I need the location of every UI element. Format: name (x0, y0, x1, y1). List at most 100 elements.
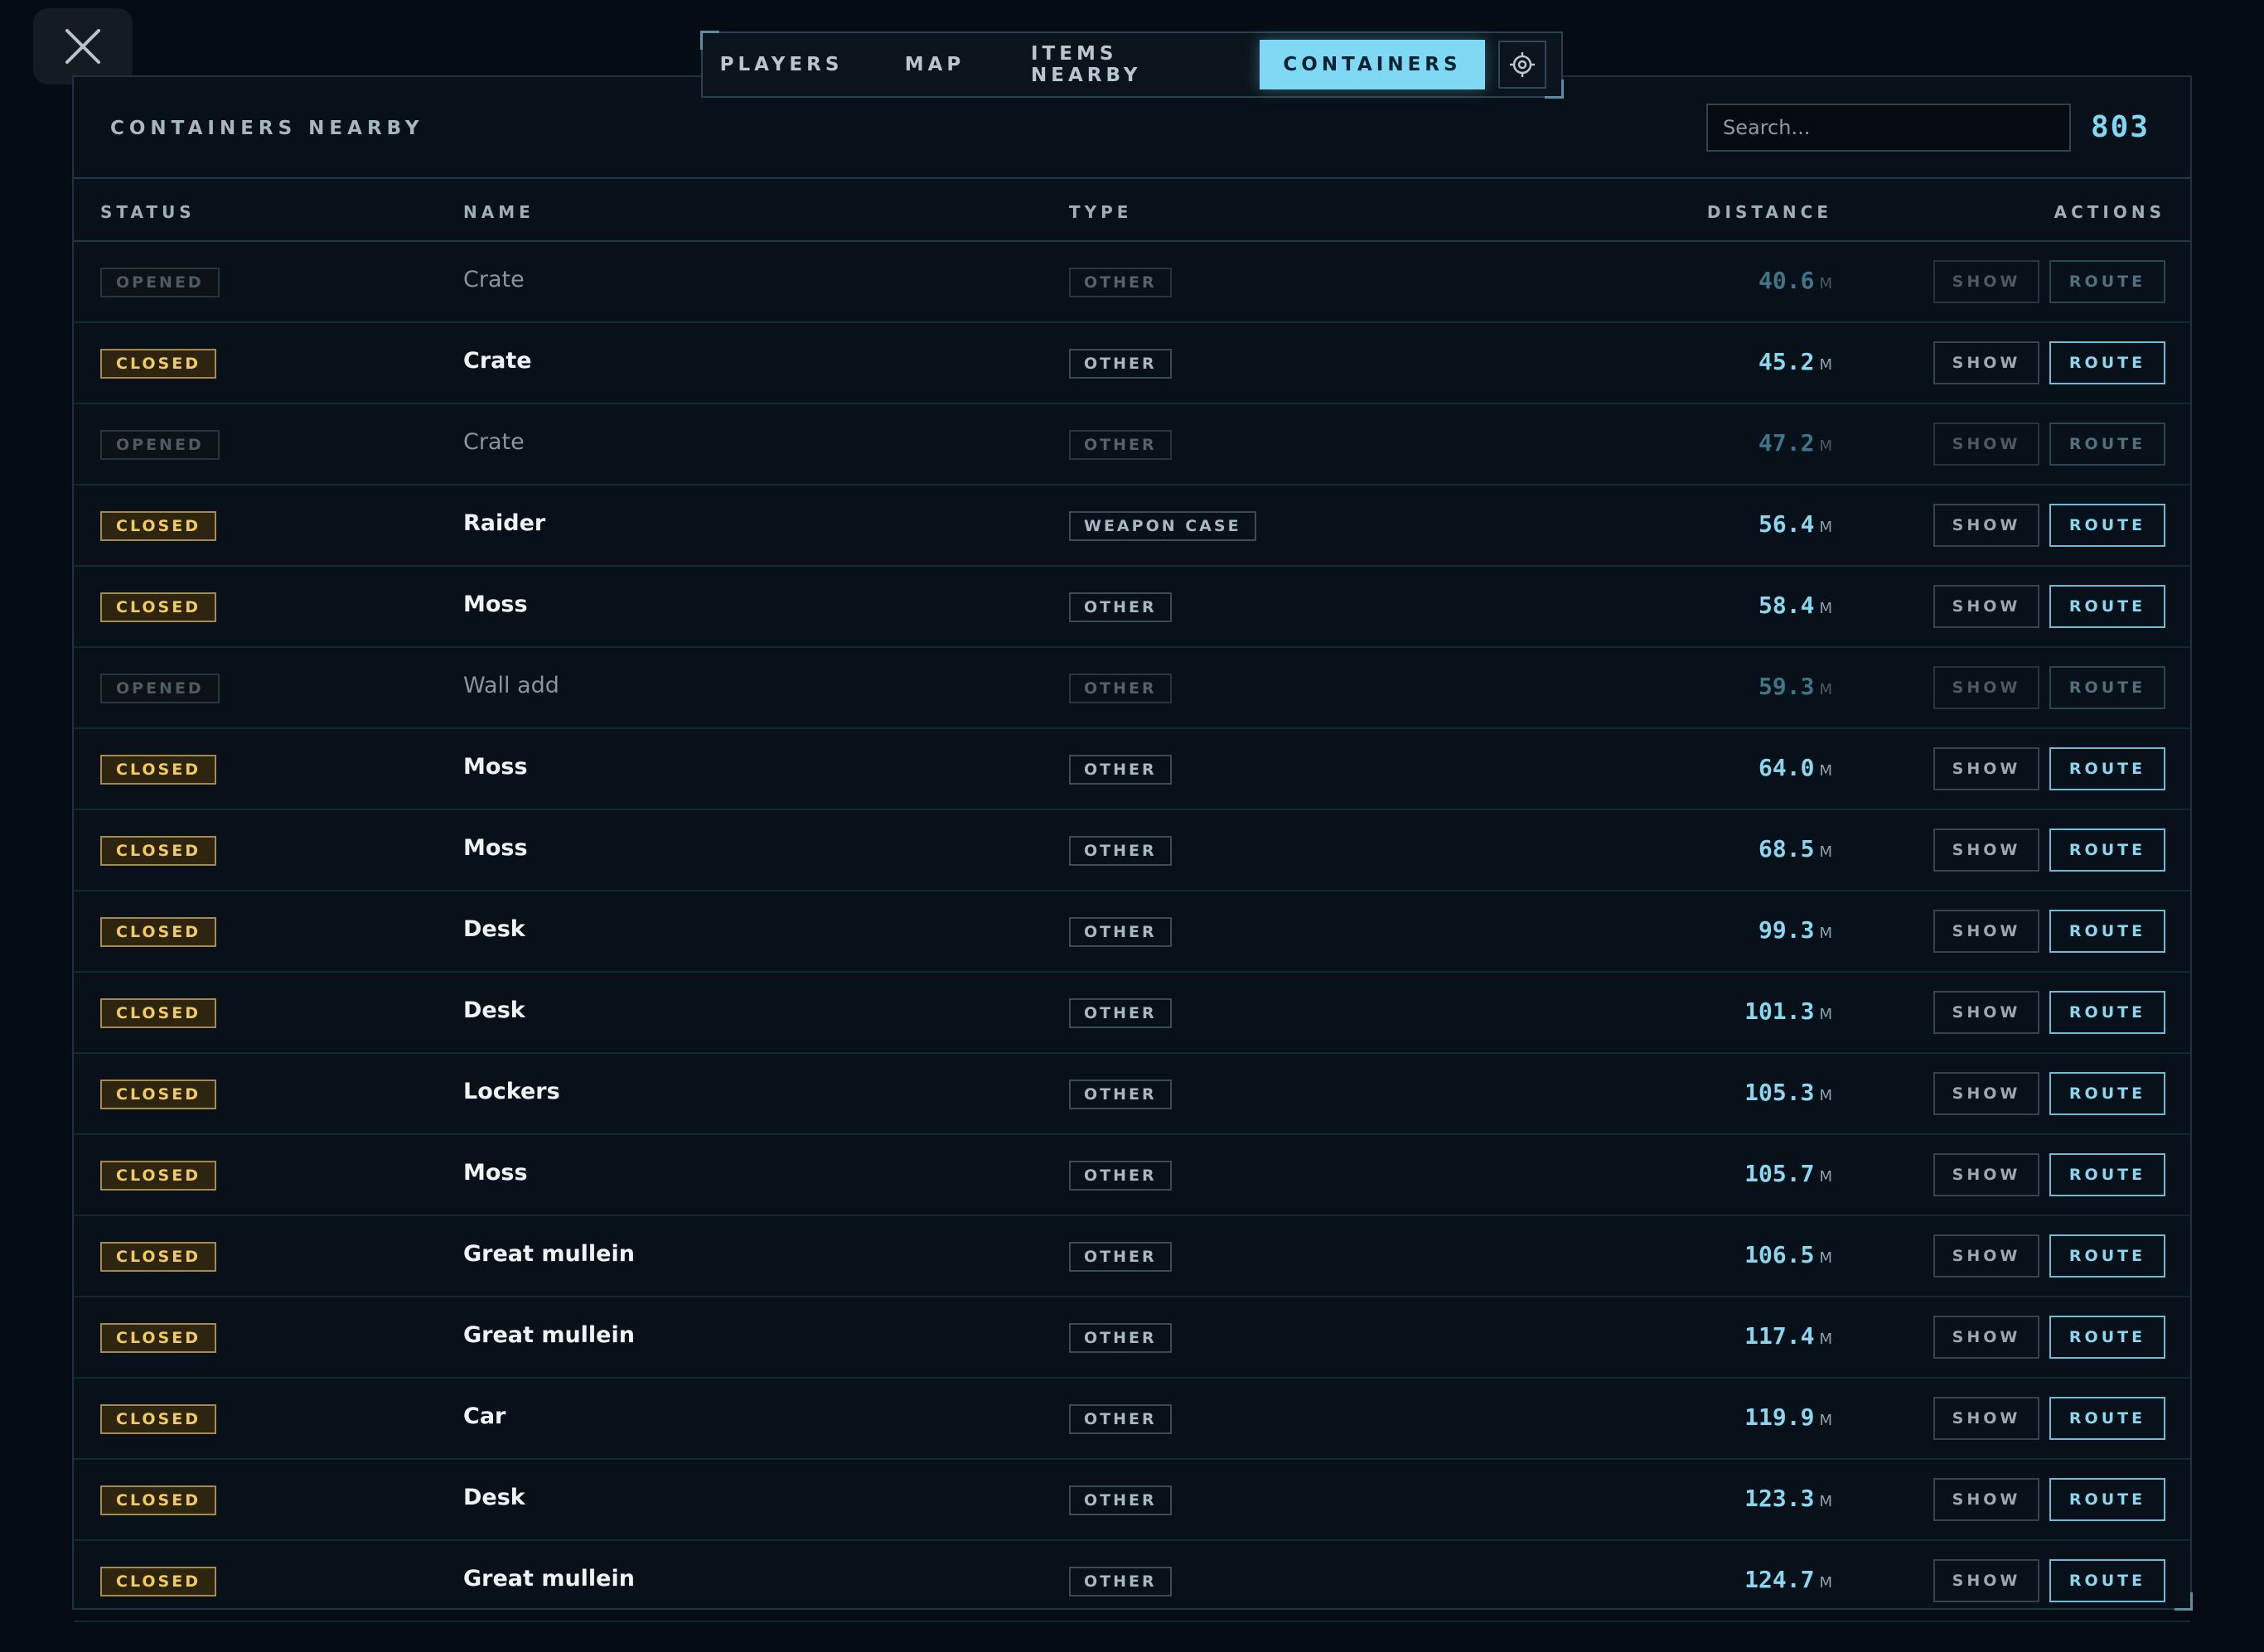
status-badge: CLOSED (100, 592, 216, 622)
tab-containers[interactable]: CONTAINERS (1260, 40, 1485, 89)
distance-value: 99.3 M (1758, 916, 1832, 944)
table-row[interactable]: CLOSED Moss OTHER 68.5 M SHOW ROUTE (74, 810, 2190, 891)
table-row[interactable]: CLOSED Lockers OTHER 105.3 M SHOW ROUTE (74, 1054, 2190, 1135)
show-button[interactable]: SHOW (1933, 1478, 2039, 1521)
route-button[interactable]: ROUTE (2049, 1316, 2165, 1359)
show-button[interactable]: SHOW (1933, 747, 2039, 790)
type-badge: OTHER (1069, 1161, 1172, 1191)
locate-button[interactable] (1498, 41, 1546, 89)
table-row[interactable]: OPENED Crate OTHER 47.2 M SHOW ROUTE (74, 404, 2190, 485)
type-badge: OTHER (1069, 592, 1172, 622)
container-name: Desk (463, 1485, 525, 1510)
distance-unit: M (1819, 1412, 1832, 1429)
show-button[interactable]: SHOW (1933, 423, 2039, 466)
distance-value: 117.4 M (1744, 1322, 1832, 1350)
show-button[interactable]: SHOW (1933, 1153, 2039, 1196)
route-button[interactable]: ROUTE (2049, 341, 2165, 384)
type-badge: OTHER (1069, 1080, 1172, 1109)
route-button[interactable]: ROUTE (2049, 1072, 2165, 1115)
table-row[interactable]: CLOSED Raider WEAPON CASE 56.4 M SHOW ROU… (74, 485, 2190, 567)
tab-items-nearby[interactable]: ITEMS NEARBY (1031, 40, 1223, 89)
status-badge: CLOSED (100, 755, 216, 785)
route-button[interactable]: ROUTE (2049, 747, 2165, 790)
distance-number: 68.5 (1758, 835, 1815, 862)
show-button[interactable]: SHOW (1933, 585, 2039, 628)
show-button[interactable]: SHOW (1933, 341, 2039, 384)
distance-number: 105.3 (1744, 1079, 1815, 1106)
close-button[interactable] (33, 8, 133, 85)
distance-number: 123.3 (1744, 1485, 1815, 1512)
distance-value: 68.5 M (1758, 835, 1832, 862)
container-name: Moss (463, 1160, 528, 1186)
route-button[interactable]: ROUTE (2049, 1234, 2165, 1278)
type-badge: OTHER (1069, 1485, 1172, 1515)
route-button[interactable]: ROUTE (2049, 1478, 2165, 1521)
table-row[interactable]: CLOSED Great mullein OTHER 117.4 M SHOW R… (74, 1297, 2190, 1379)
distance-unit: M (1819, 275, 1832, 292)
distance-unit: M (1819, 1249, 1832, 1267)
distance-number: 45.2 (1758, 348, 1815, 375)
show-button[interactable]: SHOW (1933, 1234, 2039, 1278)
column-actions: ACTIONS (2054, 202, 2165, 222)
show-button[interactable]: SHOW (1933, 991, 2039, 1034)
route-button[interactable]: ROUTE (2049, 1559, 2165, 1602)
status-badge: CLOSED (100, 349, 216, 379)
distance-unit: M (1819, 1493, 1832, 1510)
route-button[interactable]: ROUTE (2049, 585, 2165, 628)
type-badge: OTHER (1069, 1567, 1172, 1596)
tab-map[interactable]: MAP (905, 40, 965, 89)
route-button[interactable]: ROUTE (2049, 423, 2165, 466)
search-input[interactable] (1706, 104, 2071, 152)
route-button[interactable]: ROUTE (2049, 1153, 2165, 1196)
container-name: Great mullein (463, 1241, 635, 1267)
show-button[interactable]: SHOW (1933, 260, 2039, 303)
distance-value: 58.4 M (1758, 592, 1832, 619)
show-button[interactable]: SHOW (1933, 1316, 2039, 1359)
table-row[interactable]: OPENED Crate OTHER 40.6 M SHOW ROUTE (74, 242, 2190, 323)
table-row[interactable]: CLOSED Great mullein OTHER 124.7 M SHOW R… (74, 1541, 2190, 1622)
table-row[interactable]: CLOSED Desk OTHER 99.3 M SHOW ROUTE (74, 891, 2190, 973)
status-badge: CLOSED (100, 1323, 216, 1353)
container-name: Car (463, 1403, 506, 1429)
show-button[interactable]: SHOW (1933, 1397, 2039, 1440)
route-button[interactable]: ROUTE (2049, 666, 2165, 709)
route-button[interactable]: ROUTE (2049, 504, 2165, 547)
status-badge: CLOSED (100, 1485, 216, 1515)
show-button[interactable]: SHOW (1933, 910, 2039, 953)
table-row[interactable]: CLOSED Car OTHER 119.9 M SHOW ROUTE (74, 1379, 2190, 1460)
table-row[interactable]: CLOSED Great mullein OTHER 106.5 M SHOW R… (74, 1216, 2190, 1297)
route-button[interactable]: ROUTE (2049, 1397, 2165, 1440)
status-badge: CLOSED (100, 836, 216, 866)
route-button[interactable]: ROUTE (2049, 260, 2165, 303)
container-name: Moss (463, 754, 528, 780)
show-button[interactable]: SHOW (1933, 1072, 2039, 1115)
distance-number: 124.7 (1744, 1566, 1815, 1593)
route-button[interactable]: ROUTE (2049, 828, 2165, 872)
table-row[interactable]: CLOSED Moss OTHER 64.0 M SHOW ROUTE (74, 729, 2190, 810)
show-button[interactable]: SHOW (1933, 666, 2039, 709)
route-button[interactable]: ROUTE (2049, 991, 2165, 1034)
table-row[interactable]: CLOSED Moss OTHER 58.4 M SHOW ROUTE (74, 567, 2190, 648)
container-count: 803 (2091, 110, 2150, 144)
type-badge: OTHER (1069, 1404, 1172, 1434)
show-button[interactable]: SHOW (1933, 828, 2039, 872)
status-badge: CLOSED (100, 917, 216, 947)
distance-unit: M (1819, 1087, 1832, 1104)
distance-unit: M (1819, 519, 1832, 536)
table-row[interactable]: CLOSED Desk OTHER 123.3 M SHOW ROUTE (74, 1460, 2190, 1541)
tab-players[interactable]: PLAYERS (720, 40, 839, 89)
column-name: NAME (463, 202, 535, 222)
table-row[interactable]: OPENED Wall add OTHER 59.3 M SHOW ROUTE (74, 648, 2190, 729)
container-name: Lockers (463, 1079, 560, 1104)
type-badge: OTHER (1069, 755, 1172, 785)
distance-number: 101.3 (1744, 997, 1815, 1025)
table-row[interactable]: CLOSED Desk OTHER 101.3 M SHOW ROUTE (74, 973, 2190, 1054)
show-button[interactable]: SHOW (1933, 1559, 2039, 1602)
route-button[interactable]: ROUTE (2049, 910, 2165, 953)
table-row[interactable]: CLOSED Crate OTHER 45.2 M SHOW ROUTE (74, 323, 2190, 404)
table-row[interactable]: CLOSED Moss OTHER 105.7 M SHOW ROUTE (74, 1135, 2190, 1216)
container-name: Raider (463, 510, 546, 536)
show-button[interactable]: SHOW (1933, 504, 2039, 547)
distance-value: 124.7 M (1744, 1566, 1832, 1593)
container-name: Great mullein (463, 1566, 635, 1592)
